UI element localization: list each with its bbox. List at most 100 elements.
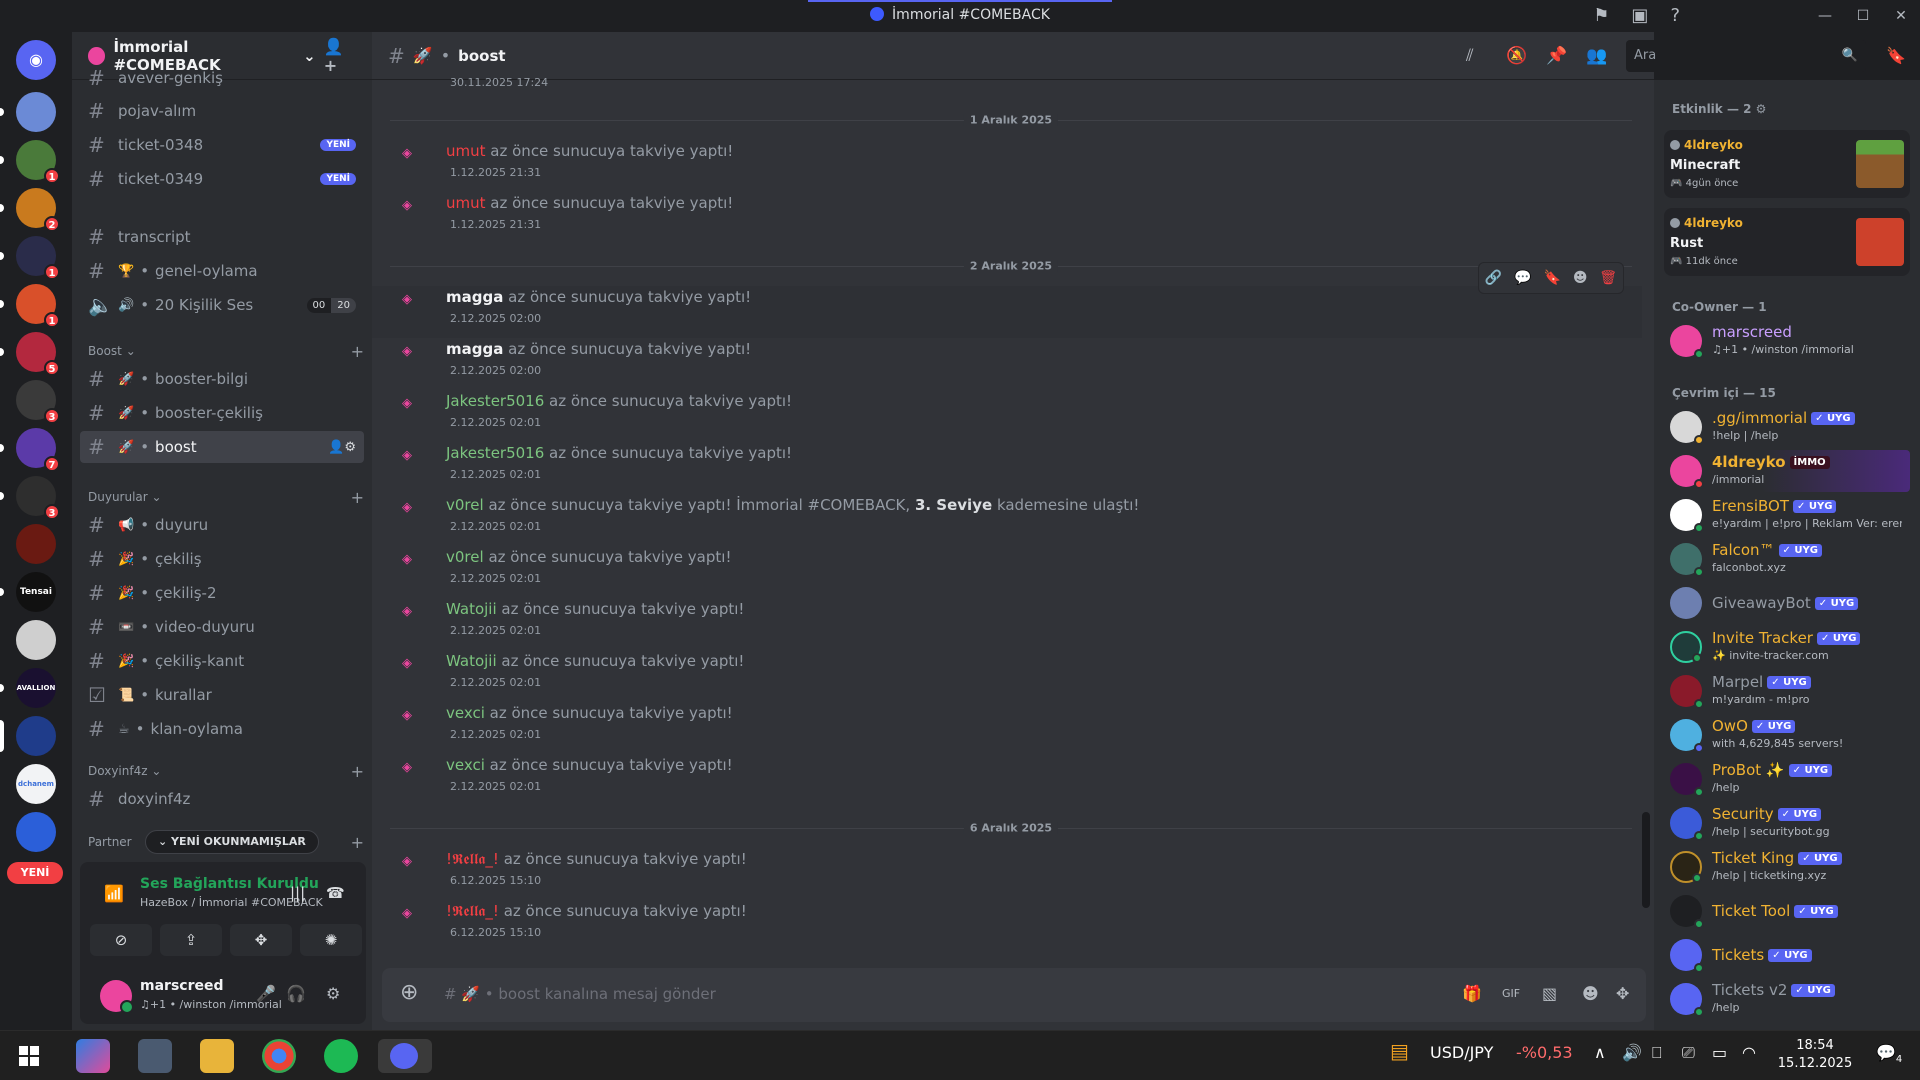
discord-taskbar-icon[interactable] (378, 1039, 432, 1073)
member-item[interactable]: Marpel ✓ UYG m!yardım - m!pro (1664, 670, 1910, 712)
channel-settings-icon[interactable]: 👤⚙ (328, 440, 356, 455)
channel-item[interactable]: # 🚀 • booster-çekiliş (80, 397, 364, 429)
message[interactable]: ◈ v0rel az önce sunucuya takviye yaptı! İ… (372, 494, 1642, 546)
mute-icon[interactable]: 🔕 (1506, 46, 1527, 66)
message[interactable]: ◈ magga az önce sunucuya takviye yaptı! 2.… (372, 338, 1642, 390)
server-icon[interactable] (0, 92, 56, 132)
member-item[interactable]: Tickets ✓ UYG (1664, 934, 1910, 976)
message[interactable]: ◈ Watojii az önce sunucuya takviye yaptı!… (372, 650, 1642, 702)
message[interactable]: ◈ umut az önce sunucuya takviye yaptı! 1.1… (372, 140, 1642, 192)
member-item[interactable]: GiveawayBot ✓ UYG (1664, 582, 1910, 624)
server-icon[interactable]: 1 (0, 236, 60, 280)
member-item[interactable]: ProBot ✨ ✓ UYG/help (1664, 758, 1910, 800)
server-icon[interactable]: AVALLION (0, 668, 56, 708)
chrome-icon[interactable] (262, 1039, 296, 1073)
message[interactable]: ◈ Watojii az önce sunucuya takviye yaptı!… (372, 598, 1642, 650)
home-button[interactable]: ◉ (16, 40, 56, 80)
server-icon[interactable]: 5 (0, 332, 60, 376)
help-icon[interactable]: ? (1670, 5, 1680, 26)
camera-icon[interactable]: ⎕ (1652, 1043, 1662, 1063)
threads-icon[interactable]: ⫽ (1466, 46, 1474, 66)
gear-icon[interactable]: ⚙ (326, 984, 340, 1003)
wifi-icon[interactable]: ◠ (1742, 1043, 1756, 1062)
search-input[interactable]: Ara 🔍 (1626, 40, 1866, 72)
notification-icon[interactable]: 💬4 (1876, 1043, 1902, 1065)
member-item[interactable]: Invite Tracker ✓ UYG ✨ invite-tracker.com (1664, 626, 1910, 668)
calculator-icon[interactable] (138, 1039, 172, 1073)
channel-item[interactable]: # pojav-alım (80, 95, 364, 127)
message-composer[interactable]: ⊕ # 🚀 • boost kanalına mesaj gönder 🎁 GI… (382, 968, 1646, 1022)
message[interactable]: ◈ magga az önce sunucuya takviye yaptı! 2.… (372, 286, 1642, 338)
channel-item[interactable]: # 🏆 • genel-oylama (80, 255, 364, 287)
spotify-icon[interactable] (324, 1039, 358, 1073)
member-item[interactable]: Ticket Tool ✓ UYG (1664, 890, 1910, 932)
server-icon[interactable] (0, 716, 56, 756)
channel-item[interactable]: # 🎉 • çekiliş-2 (80, 577, 364, 609)
screen-icon[interactable]: ⎚ (1682, 1043, 1695, 1063)
channel-item[interactable]: # avever-genkiş (80, 68, 364, 88)
member-item[interactable]: Tickets v2 ✓ UYG/help (1664, 978, 1910, 1020)
apps-icon[interactable]: ✥ (1616, 984, 1629, 1003)
channel-item[interactable]: # doxyinf4z (80, 783, 364, 815)
message[interactable]: ◈ Jakester5016 az önce sunucuya takviye y… (372, 390, 1642, 442)
minimize-button[interactable]: — (1806, 0, 1844, 32)
add-channel-icon[interactable]: + (351, 833, 364, 852)
attach-plus-icon[interactable]: ⊕ (400, 980, 418, 1005)
screen-share-button[interactable]: ⇪ (160, 924, 222, 956)
category-duyurular[interactable]: Duyurular ⌄ + (88, 487, 364, 507)
server-icon[interactable]: 1 (0, 284, 60, 328)
ticker-label[interactable]: USD/JPY (1430, 1043, 1493, 1062)
category-boost[interactable]: Boost ⌄ + (88, 341, 364, 361)
channel-item-selected[interactable]: # 🚀 • boost 👤⚙ (80, 431, 364, 463)
server-icon[interactable]: 1 (0, 140, 60, 184)
voice-channel-item[interactable]: 🔈 🔊 • 20 Kişilik Ses 00 20 (80, 289, 364, 321)
add-channel-icon[interactable]: + (351, 342, 364, 361)
add-channel-icon[interactable]: + (351, 762, 364, 781)
member-item[interactable]: Security ✓ UYG/help | securitybot.gg (1664, 802, 1910, 844)
server-icon[interactable]: dchanem (16, 764, 56, 804)
activity-card[interactable]: 4ldreyko Rust 🎮 11dk önce (1664, 208, 1910, 276)
channel-item[interactable]: # ☕ • klan-oylama (80, 713, 364, 745)
server-icon[interactable] (16, 812, 56, 852)
windows-start-icon[interactable] (12, 1039, 46, 1073)
emoji-icon[interactable]: ☻ (1582, 984, 1599, 1003)
activity-card[interactable]: 4ldreyko Minecraft 🎮 4gün önce (1664, 130, 1910, 198)
member-item[interactable]: .gg/immorial ✓ UYG !help | /help (1664, 406, 1910, 448)
member-item[interactable]: Ticket King ✓ UYG/help | ticketking.xyz (1664, 846, 1910, 888)
member-item[interactable]: Falcon™ ✓ UYG falconbot.xyz (1664, 538, 1910, 580)
channel-item[interactable]: # 🎉 • çekiliş (80, 543, 364, 575)
monitor-icon[interactable]: ▣ (1631, 5, 1648, 26)
headphones-icon[interactable]: 🎧 (286, 984, 306, 1003)
close-button[interactable]: ✕ (1882, 0, 1920, 32)
sticker-icon[interactable]: ▧ (1542, 984, 1557, 1003)
camera-button[interactable]: ⊘ (90, 924, 152, 956)
emoji-icon[interactable]: ☻ (1573, 270, 1588, 286)
system-clock[interactable]: 18:54 15.12.2025 (1760, 1037, 1870, 1073)
chevron-up-icon[interactable]: ∧ (1594, 1043, 1606, 1062)
message[interactable]: ◈ umut az önce sunucuya takviye yaptı! 1.1… (372, 192, 1642, 244)
message[interactable]: ◈ !𝕽𝖊𝖑𝖑𝖆_! az önce sunucuya takviye yaptı… (372, 900, 1642, 952)
soundboard-button[interactable]: ✺ (300, 924, 362, 956)
message[interactable]: ◈ !𝕽𝖊𝖑𝖑𝖆_! az önce sunucuya takviye yaptı… (372, 848, 1642, 900)
inbox-icon[interactable]: 🔖 (1886, 46, 1906, 65)
server-icon[interactable] (16, 620, 56, 660)
members-icon[interactable]: 👥 (1586, 46, 1607, 66)
member-item[interactable]: 4ldreyko İMMO/immorial (1664, 450, 1910, 492)
channel-item[interactable]: # 🚀 • booster-bilgi (80, 363, 364, 395)
channel-item[interactable]: # ticket-0349 YENİ (80, 163, 364, 195)
gift-icon[interactable]: 🎁 (1462, 984, 1482, 1003)
server-icon[interactable]: Tensai (0, 572, 56, 612)
message[interactable]: ◈ vexci az önce sunucuya takviye yaptı! 2.… (372, 702, 1642, 754)
server-icon[interactable]: 2 (0, 188, 60, 232)
new-unreads-pill[interactable]: ⌄ YENİ OKUNMAMIŞLAR (145, 830, 319, 854)
avatar[interactable] (100, 980, 134, 1014)
file-explorer-icon[interactable] (200, 1039, 234, 1073)
server-icon[interactable]: 3 (16, 380, 60, 424)
microphone-icon[interactable]: 🎤 (256, 984, 276, 1003)
member-item[interactable]: ErensiBOT ✓ UYG e!yardım | e!pro | Reklam … (1664, 494, 1910, 536)
noise-suppression-icon[interactable]: ||| (290, 884, 305, 902)
new-unread-pill[interactable]: YENİ (7, 862, 63, 884)
chat-scrollbar[interactable] (1642, 812, 1650, 908)
channel-item[interactable]: # transcript (80, 221, 364, 253)
category-doxyinf4z[interactable]: Doxyinf4z ⌄ + (88, 761, 364, 781)
